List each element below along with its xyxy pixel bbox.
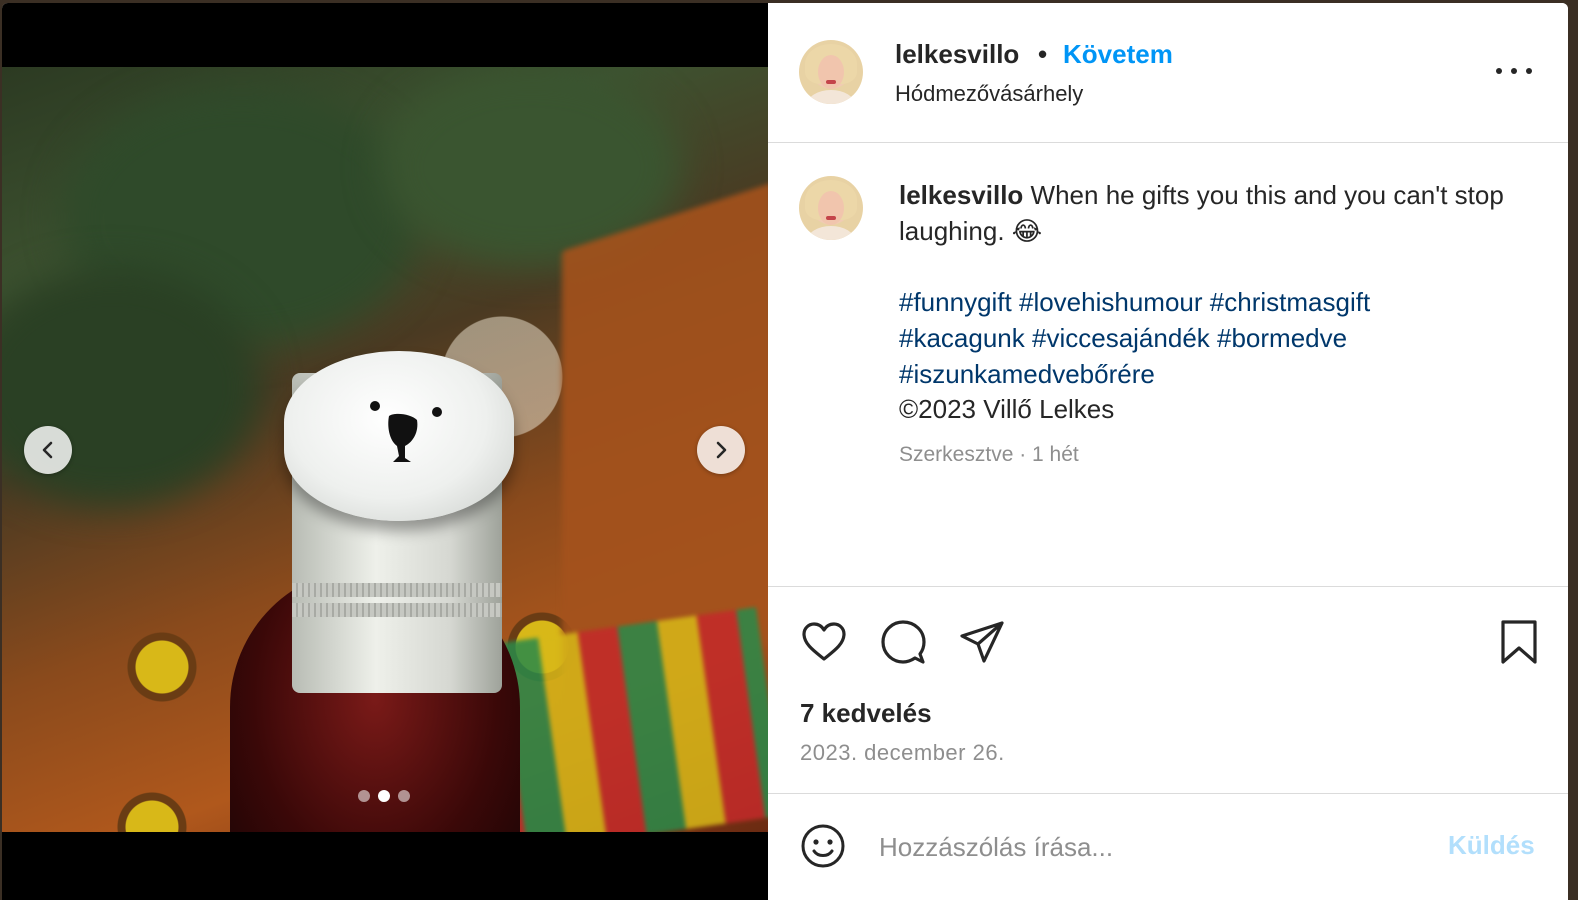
save-button[interactable]: [1495, 618, 1543, 666]
comment-bubble-icon: [881, 620, 926, 664]
hashtag-link[interactable]: #funnygift: [899, 287, 1012, 317]
like-button[interactable]: [800, 618, 848, 666]
post-caption: lelkesvillo When he gifts you this and y…: [899, 177, 1539, 249]
post-date[interactable]: 2023. december 26.: [800, 740, 1005, 766]
post-photo: [2, 67, 768, 832]
caption-username-link[interactable]: lelkesvillo: [899, 180, 1023, 210]
comment-input[interactable]: [879, 825, 1439, 869]
share-button[interactable]: [958, 618, 1006, 666]
header-username-link[interactable]: lelkesvillo: [895, 39, 1019, 70]
hashtag-link[interactable]: #bormedve: [1217, 323, 1347, 353]
send-paper-plane-icon: [960, 621, 1004, 663]
post-modal: lelkesvillo • Követem Hódmezővásárhely l…: [2, 3, 1568, 900]
chevron-left-icon: [42, 441, 53, 459]
carousel-next-button[interactable]: [697, 426, 745, 474]
app-frame: lelkesvillo • Követem Hódmezővásárhely l…: [0, 0, 1578, 900]
location-link[interactable]: Hódmezővásárhely: [895, 81, 1083, 107]
chevron-right-icon: [716, 441, 727, 459]
hashtag-link[interactable]: #lovehishumour: [1019, 287, 1203, 317]
heart-icon: [802, 622, 846, 661]
hashtag-link[interactable]: #viccesajándék: [1032, 323, 1210, 353]
send-comment-button[interactable]: Küldés: [1448, 830, 1535, 861]
copyright-text: ©2023 Villő Lelkes: [899, 394, 1115, 424]
comment-button[interactable]: [879, 618, 927, 666]
post-header: lelkesvillo • Követem Hódmezővásárhely: [768, 3, 1568, 143]
divider: [768, 586, 1568, 587]
carousel-prev-button[interactable]: [24, 426, 72, 474]
divider: [768, 793, 1568, 794]
hashtag-list: #funnygift #lovehishumour #christmasgift…: [899, 284, 1539, 392]
hashtag-link[interactable]: #iszunkamedvebőrére: [899, 359, 1155, 389]
like-count[interactable]: 7 kedvelés: [800, 698, 932, 729]
carousel-dot: [358, 790, 370, 802]
more-options-icon: [1496, 68, 1502, 74]
hashtag-link[interactable]: #christmasgift: [1210, 287, 1370, 317]
edited-timestamp: Szerkesztve · 1 hét: [899, 443, 1079, 466]
carousel-indicator: [358, 790, 410, 802]
emoji-button[interactable]: [799, 822, 847, 870]
avatar[interactable]: [799, 40, 863, 104]
caption-avatar[interactable]: [799, 176, 863, 240]
more-options-button[interactable]: [1496, 59, 1532, 83]
smiley-icon: [801, 824, 845, 868]
post-sidebar: lelkesvillo • Követem Hódmezővásárhely l…: [768, 3, 1568, 900]
carousel-dot: [378, 790, 390, 802]
bear-logo-icon: [370, 401, 442, 462]
header-separator: •: [1038, 39, 1048, 69]
follow-button[interactable]: Követem: [1063, 39, 1173, 70]
hashtag-link[interactable]: #kacagunk: [899, 323, 1025, 353]
bookmark-icon: [1501, 620, 1537, 664]
carousel-dot: [398, 790, 410, 802]
post-media: [2, 3, 768, 900]
